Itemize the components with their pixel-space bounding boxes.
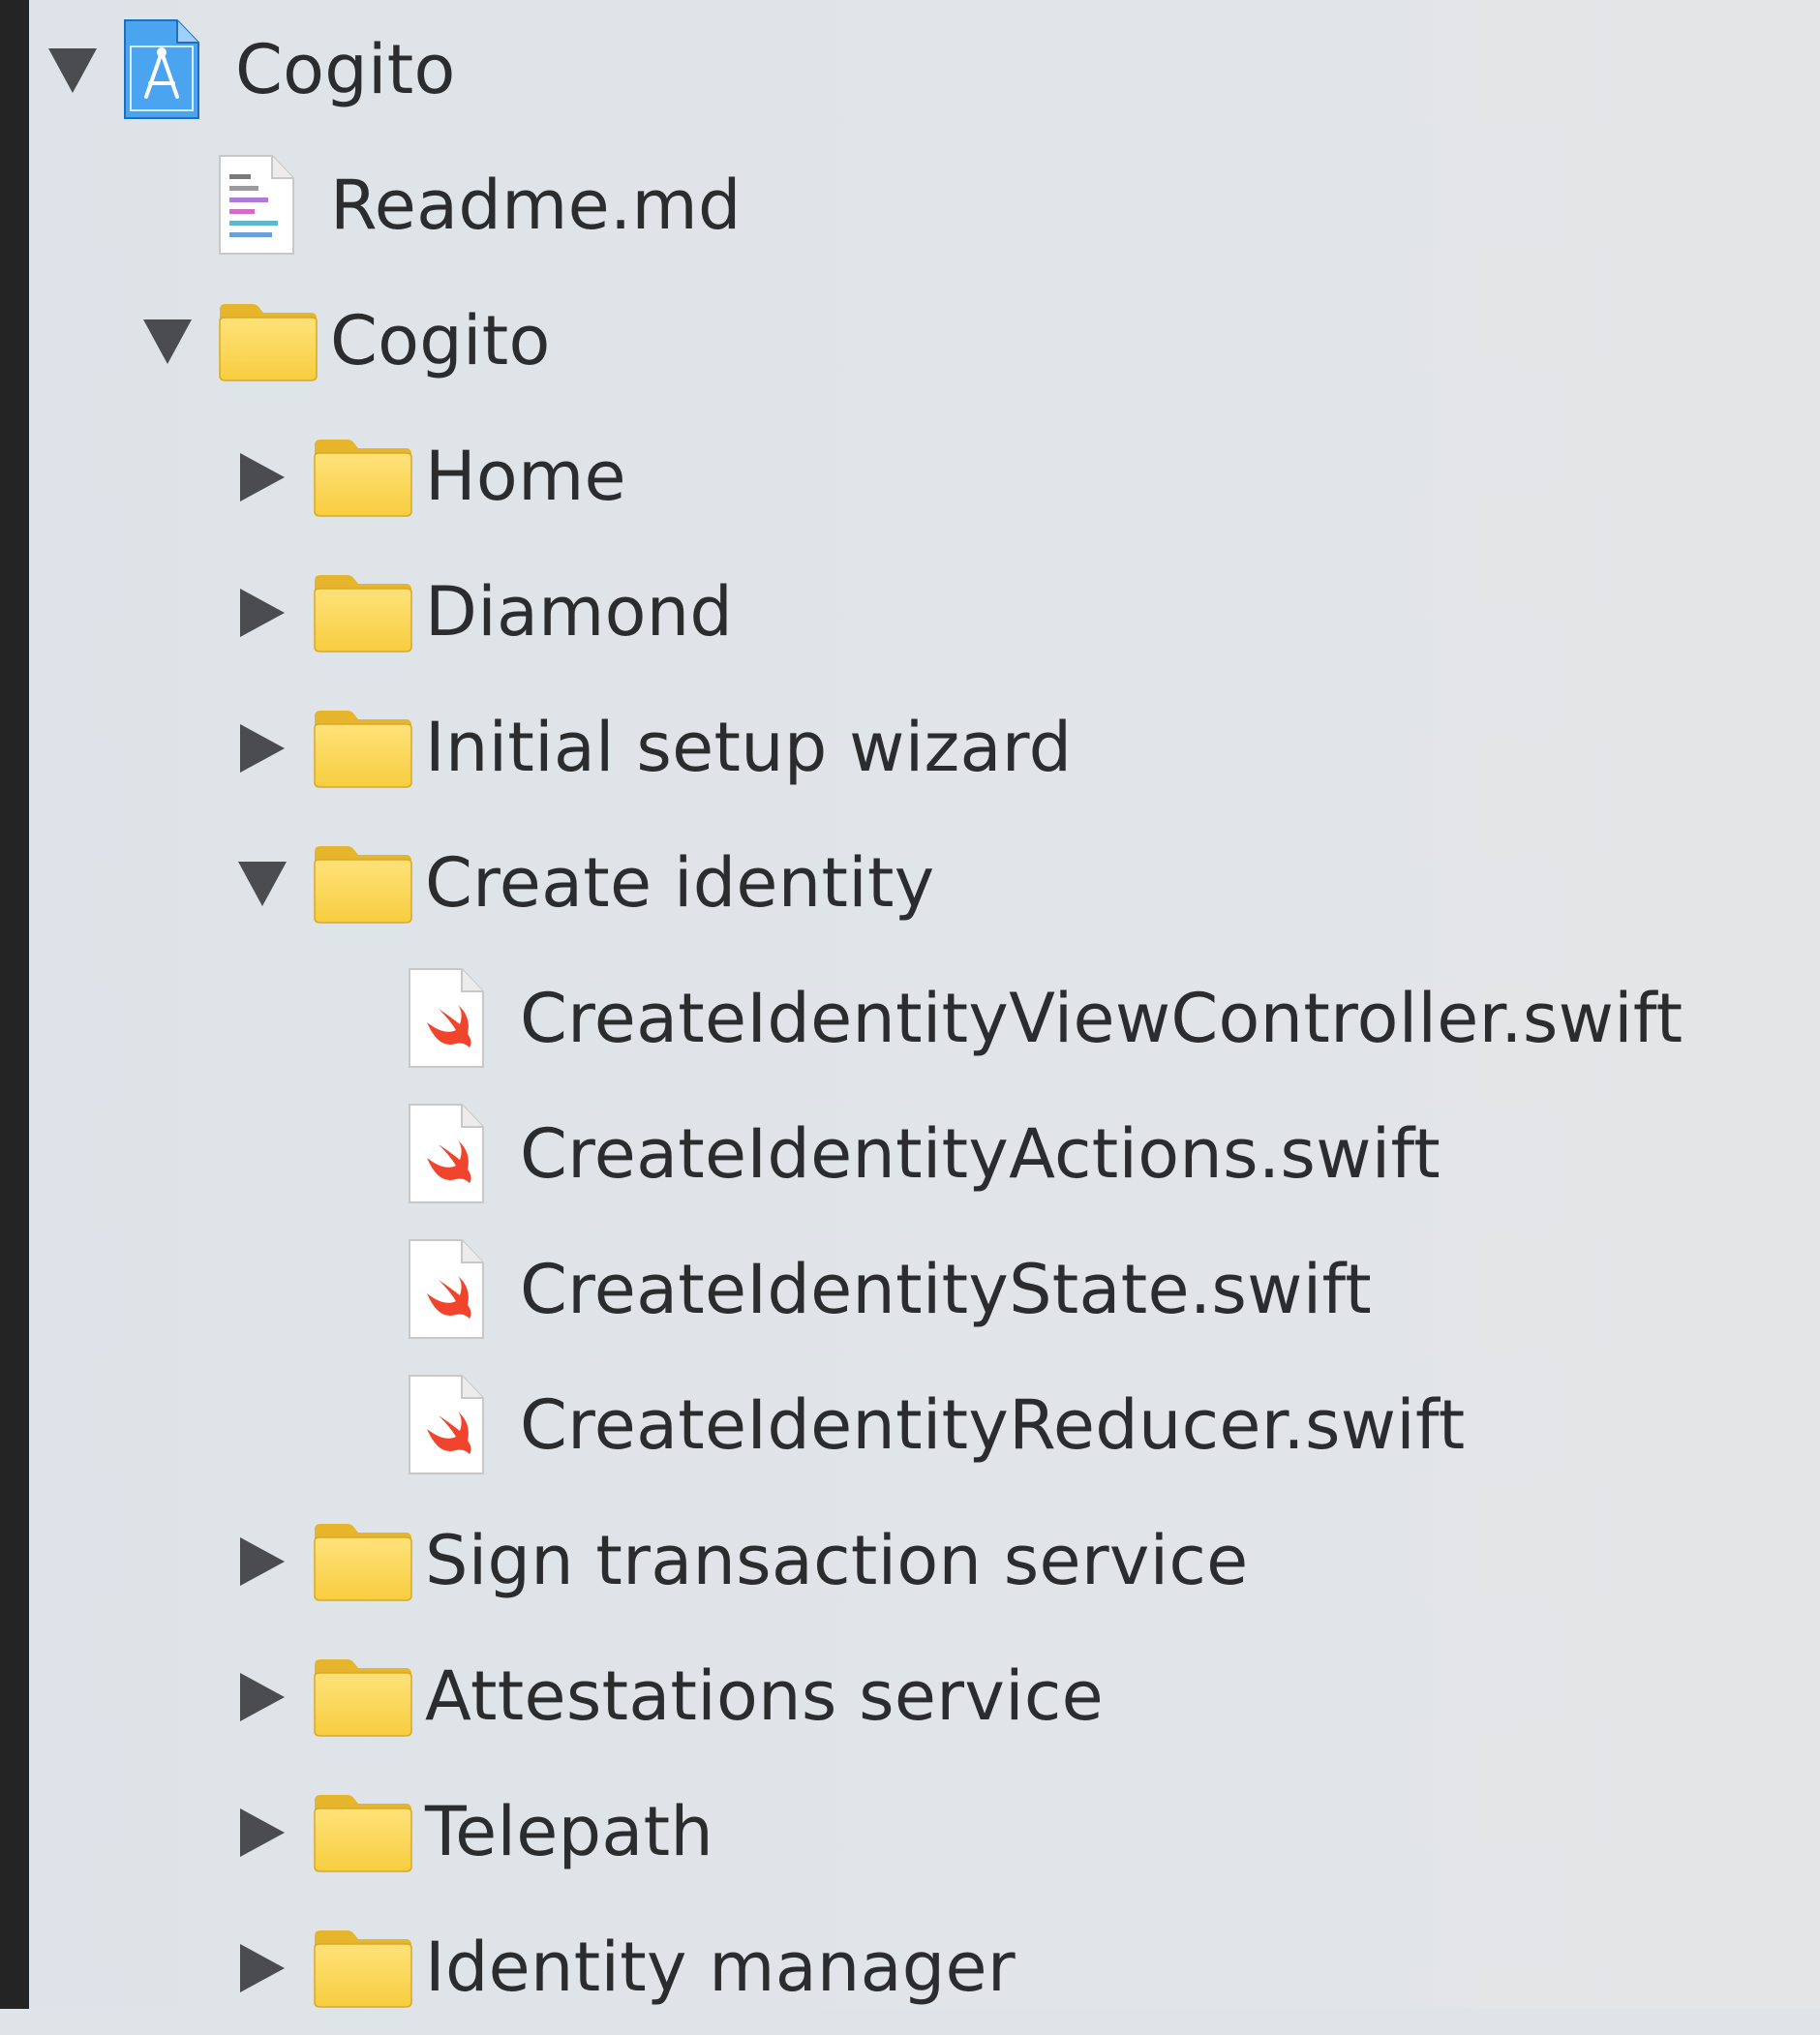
folder-icon bbox=[311, 571, 415, 654]
tree-item-label: CreateIdentityViewController.swift bbox=[520, 979, 1684, 1058]
tree-row-file[interactable]: Readme.md bbox=[0, 137, 1820, 273]
tree-row-folder[interactable]: Home bbox=[0, 409, 1820, 544]
tree-row-folder[interactable]: Sign transaction service bbox=[0, 1493, 1820, 1628]
tree-row-file[interactable]: Cogito bbox=[0, 2, 1820, 137]
xcode-project-icon bbox=[121, 17, 202, 122]
file-tree: Cogito Readme.md Cogito Home Diamond Ini… bbox=[0, 0, 1820, 2009]
tree-item-label: Sign transaction service bbox=[425, 1521, 1249, 1600]
tree-item-label: Create identity bbox=[425, 843, 935, 923]
disclosure-collapsed-icon[interactable] bbox=[238, 1537, 287, 1586]
tree-row-folder[interactable]: Telepath bbox=[0, 1764, 1820, 1899]
disclosure-collapsed-icon[interactable] bbox=[238, 724, 287, 773]
tree-item-label: Initial setup wizard bbox=[425, 708, 1073, 787]
tree-row-folder[interactable]: Attestations service bbox=[0, 1628, 1820, 1764]
tree-row-file[interactable]: CreateIdentityActions.swift bbox=[0, 1086, 1820, 1222]
folder-icon bbox=[216, 300, 320, 383]
folder-icon bbox=[311, 1520, 415, 1603]
tree-item-label: CreateIdentityActions.swift bbox=[520, 1114, 1441, 1194]
tree-row-folder[interactable]: Initial setup wizard bbox=[0, 680, 1820, 815]
disclosure-collapsed-icon[interactable] bbox=[238, 1808, 287, 1857]
tree-item-label: CreateIdentityState.swift bbox=[520, 1250, 1372, 1329]
tree-item-label: Readme.md bbox=[330, 166, 742, 245]
tree-item-label: CreateIdentityReducer.swift bbox=[520, 1385, 1466, 1465]
tree-row-folder[interactable]: Create identity bbox=[0, 815, 1820, 951]
swift-file-icon bbox=[406, 966, 487, 1071]
disclosure-collapsed-icon[interactable] bbox=[238, 589, 287, 637]
folder-icon bbox=[311, 707, 415, 790]
tree-item-label: Cogito bbox=[330, 301, 551, 380]
disclosure-collapsed-icon[interactable] bbox=[238, 1673, 287, 1721]
markdown-file-icon bbox=[216, 153, 297, 258]
tree-item-label: Attestations service bbox=[425, 1656, 1104, 1736]
disclosure-expanded-icon[interactable] bbox=[143, 318, 192, 366]
tree-row-file[interactable]: CreateIdentityReducer.swift bbox=[0, 1357, 1820, 1493]
folder-icon bbox=[311, 842, 415, 926]
project-navigator: Cogito Readme.md Cogito Home Diamond Ini… bbox=[0, 0, 1820, 2009]
swift-file-icon bbox=[406, 1373, 487, 1477]
tree-row-folder[interactable]: Diamond bbox=[0, 544, 1820, 680]
tree-item-label: Diamond bbox=[425, 572, 734, 652]
tree-row-file[interactable]: CreateIdentityViewController.swift bbox=[0, 951, 1820, 1086]
tree-row-folder[interactable]: Identity manager bbox=[0, 1899, 1820, 2035]
tree-item-label: Identity manager bbox=[425, 1928, 1016, 2007]
folder-icon bbox=[311, 1791, 415, 1874]
folder-icon bbox=[311, 1927, 415, 2010]
disclosure-collapsed-icon[interactable] bbox=[238, 453, 287, 501]
tree-row-folder[interactable]: Cogito bbox=[0, 273, 1820, 409]
tree-item-label: Home bbox=[425, 437, 626, 516]
disclosure-expanded-icon[interactable] bbox=[238, 860, 287, 908]
tree-row-file[interactable]: CreateIdentityState.swift bbox=[0, 1222, 1820, 1357]
swift-file-icon bbox=[406, 1237, 487, 1342]
folder-icon bbox=[311, 1655, 415, 1739]
tree-item-label: Cogito bbox=[235, 30, 456, 109]
folder-icon bbox=[311, 436, 415, 519]
disclosure-expanded-icon[interactable] bbox=[48, 46, 97, 95]
disclosure-collapsed-icon[interactable] bbox=[238, 1944, 287, 1992]
tree-item-label: Telepath bbox=[425, 1792, 713, 1871]
swift-file-icon bbox=[406, 1102, 487, 1206]
